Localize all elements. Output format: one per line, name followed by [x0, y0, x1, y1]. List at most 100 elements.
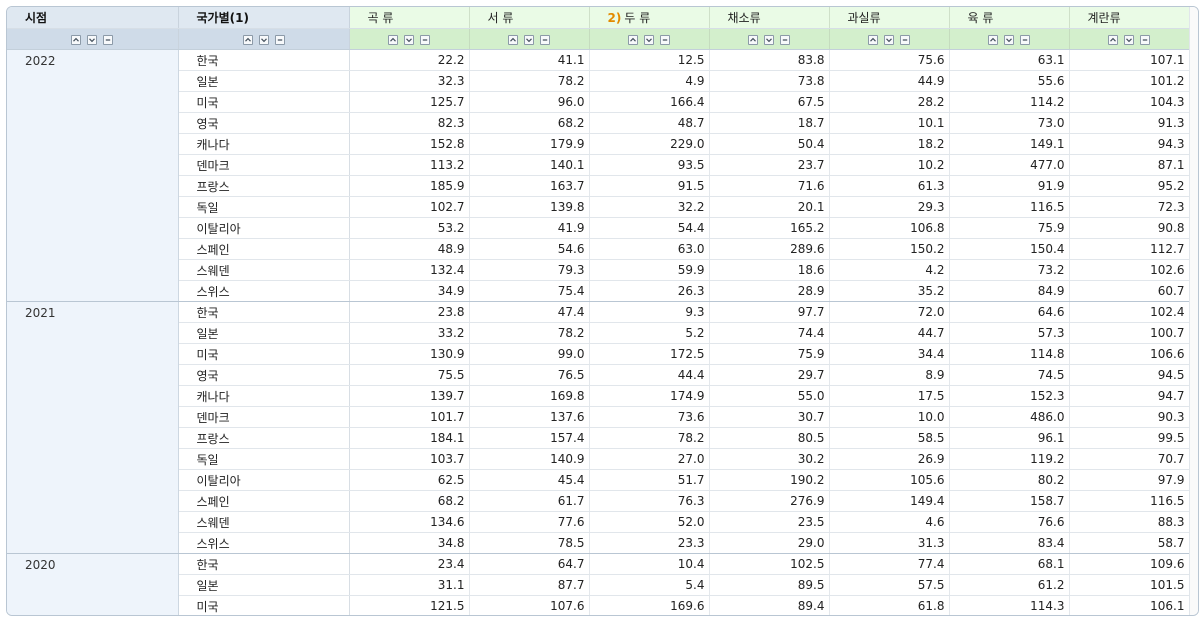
value-cell: 119.2 [949, 448, 1070, 470]
country-cell: 영국 [178, 364, 350, 386]
item-0-sort-descending-button[interactable] [404, 34, 414, 45]
vertical-scrollbar[interactable] [1189, 7, 1198, 615]
item-2-sort-ascending-button[interactable] [628, 34, 638, 45]
value-cell: 73.8 [709, 70, 830, 92]
value-cell: 102.6 [1069, 259, 1190, 281]
value-cell: 33.2 [349, 322, 470, 344]
value-cell: 23.3 [589, 532, 710, 554]
value-cell: 44.9 [829, 70, 950, 92]
value-cell: 89.5 [709, 574, 830, 596]
country-cell: 이탈리아 [178, 217, 350, 239]
item-6-sort-descending-button[interactable] [1124, 34, 1134, 45]
table-row: 미국 121.5 107.6 169.6 89.4 61.8 114.3 106.1 [7, 595, 1190, 615]
period-sort-descending-button[interactable] [87, 34, 98, 45]
value-cell: 73.0 [949, 112, 1070, 134]
value-cell: 44.7 [829, 322, 950, 344]
value-cell: 99.5 [1069, 427, 1190, 449]
country-cell: 스웨덴 [178, 259, 350, 281]
table-row: 덴마크 113.2 140.1 93.5 23.7 10.2 477.0 87.1 [7, 154, 1190, 176]
item-4-sort-descending-button[interactable] [884, 34, 894, 45]
value-cell: 102.5 [709, 553, 830, 575]
value-cell: 106.1 [1069, 595, 1190, 615]
value-cell: 68.1 [949, 553, 1070, 575]
item-5-collapse-button[interactable] [1020, 34, 1030, 45]
value-cell: 78.2 [589, 427, 710, 449]
value-cell: 77.4 [829, 553, 950, 575]
value-cell: 10.0 [829, 406, 950, 428]
country-collapse-button[interactable] [274, 34, 285, 45]
header-item-2: 2) 두 류 [589, 7, 710, 29]
item-5-sort-ascending-button[interactable] [988, 34, 998, 45]
item-4-sort-ascending-button[interactable] [868, 34, 878, 45]
item-5-sort-descending-button[interactable] [1004, 34, 1014, 45]
value-cell: 26.9 [829, 448, 950, 470]
value-cell: 100.7 [1069, 322, 1190, 344]
item-3-sort-descending-button[interactable] [764, 34, 774, 45]
country-cell: 스페인 [178, 238, 350, 260]
value-cell: 20.1 [709, 196, 830, 218]
value-cell: 54.4 [589, 217, 710, 239]
value-cell: 73.2 [949, 259, 1070, 281]
item-1-sort-descending-button[interactable] [524, 34, 534, 45]
value-cell: 29.3 [829, 196, 950, 218]
value-cell: 4.6 [829, 511, 950, 533]
value-cell: 114.3 [949, 595, 1070, 615]
value-cell: 139.8 [469, 196, 590, 218]
header-item-3: 채소류 [709, 7, 830, 29]
header-item-4: 과실류 [829, 7, 950, 29]
value-cell: 106.6 [1069, 343, 1190, 365]
value-cell: 5.2 [589, 322, 710, 344]
value-cell: 75.9 [949, 217, 1070, 239]
value-cell: 174.9 [589, 385, 710, 407]
value-cell: 90.8 [1069, 217, 1190, 239]
value-cell: 89.4 [709, 595, 830, 615]
value-cell: 30.7 [709, 406, 830, 428]
value-cell: 93.5 [589, 154, 710, 176]
item-1-collapse-button[interactable] [540, 34, 550, 45]
value-cell: 55.0 [709, 385, 830, 407]
value-cell: 18.2 [829, 133, 950, 155]
header-item-label: 곡 류 [367, 11, 394, 25]
value-cell: 64.6 [949, 301, 1070, 323]
country-cell: 덴마크 [178, 154, 350, 176]
country-sort-ascending-button[interactable] [242, 34, 253, 45]
table-row: 이탈리아 53.2 41.9 54.4 165.2 106.8 75.9 90.8 [7, 217, 1190, 239]
value-cell: 139.7 [349, 385, 470, 407]
period-sort-ascending-button[interactable] [71, 34, 82, 45]
value-cell: 150.2 [829, 238, 950, 260]
value-cell: 10.4 [589, 553, 710, 575]
item-0-sort-ascending-button[interactable] [388, 34, 398, 45]
value-cell: 53.2 [349, 217, 470, 239]
value-cell: 44.4 [589, 364, 710, 386]
item-4-collapse-button[interactable] [900, 34, 910, 45]
value-cell: 59.9 [589, 259, 710, 281]
value-cell: 72.0 [829, 301, 950, 323]
value-cell: 140.9 [469, 448, 590, 470]
value-cell: 149.1 [949, 133, 1070, 155]
value-cell: 165.2 [709, 217, 830, 239]
value-cell: 116.5 [949, 196, 1070, 218]
item-2-sort-descending-button[interactable] [644, 34, 654, 45]
item-6-collapse-button[interactable] [1140, 34, 1150, 45]
value-cell: 48.7 [589, 112, 710, 134]
value-cell: 90.3 [1069, 406, 1190, 428]
value-cell: 61.7 [469, 490, 590, 512]
item-0-collapse-button[interactable] [420, 34, 430, 45]
period-collapse-button[interactable] [103, 34, 114, 45]
value-cell: 132.4 [349, 259, 470, 281]
item-1-sort-ascending-button[interactable] [508, 34, 518, 45]
item-3-collapse-button[interactable] [780, 34, 790, 45]
item-6-sort-ascending-button[interactable] [1108, 34, 1118, 45]
table-row: 2020 한국 23.4 64.7 10.4 102.5 77.4 68.1 109.6 [7, 553, 1190, 615]
value-cell: 83.8 [709, 49, 830, 71]
value-cell: 185.9 [349, 175, 470, 197]
table-row: 영국 82.3 68.2 48.7 18.7 10.1 73.0 91.3 [7, 112, 1190, 134]
country-cell: 독일 [178, 196, 350, 218]
item-3-sort-ascending-button[interactable] [748, 34, 758, 45]
country-sort-descending-button[interactable] [258, 34, 269, 45]
value-cell: 80.2 [949, 469, 1070, 491]
item-2-collapse-button[interactable] [660, 34, 670, 45]
value-cell: 276.9 [709, 490, 830, 512]
footnote-marker[interactable]: 2) [608, 11, 622, 25]
table-row: 캐나다 139.7 169.8 174.9 55.0 17.5 152.3 94.7 [7, 385, 1190, 407]
